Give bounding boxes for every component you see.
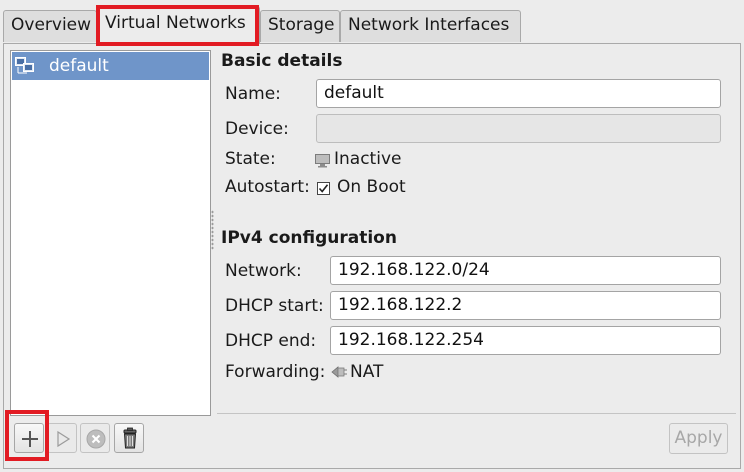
stop-network-button[interactable]	[80, 423, 110, 453]
tab-virtual-networks-label: Virtual Networks	[105, 13, 246, 33]
network-label: Network:	[225, 261, 302, 281]
list-item-default[interactable]: default	[12, 52, 209, 80]
autostart-checkbox[interactable]	[317, 181, 331, 201]
state-label: State:	[225, 149, 276, 169]
list-item-label: default	[49, 56, 109, 76]
tab-network-interfaces-label: Network Interfaces	[348, 15, 510, 35]
tab-virtual-networks[interactable]: Virtual Networks	[97, 6, 260, 44]
name-label: Name:	[225, 84, 281, 104]
add-network-button[interactable]	[14, 423, 44, 453]
tab-storage-label: Storage	[268, 15, 335, 35]
autostart-label: Autostart:	[225, 177, 310, 197]
tab-storage[interactable]: Storage	[260, 10, 340, 42]
tab-overview[interactable]: Overview	[3, 10, 97, 42]
apply-button[interactable]: Apply	[669, 423, 728, 454]
dhcp-end-label: DHCP end:	[225, 331, 317, 351]
dhcp-start-field[interactable]: 192.168.122.2	[330, 291, 721, 320]
network-field[interactable]: 192.168.122.0/24	[330, 256, 721, 285]
forwarding-value: NAT	[350, 362, 384, 382]
name-field[interactable]: default	[316, 79, 721, 108]
device-field	[316, 114, 721, 143]
details-divider	[217, 413, 736, 414]
device-label: Device:	[225, 119, 289, 139]
basic-details-heading: Basic details	[221, 51, 343, 71]
network-list[interactable]: default	[10, 50, 211, 416]
forwarding-plug-icon	[330, 364, 348, 385]
delete-network-button[interactable]	[114, 423, 144, 453]
state-value: Inactive	[334, 149, 402, 169]
forwarding-label: Forwarding:	[225, 362, 326, 382]
state-monitor-icon	[315, 153, 331, 173]
dhcp-start-label: DHCP start:	[225, 296, 324, 316]
start-network-button[interactable]	[47, 423, 77, 453]
autostart-value: On Boot	[337, 177, 406, 197]
network-icon	[15, 57, 35, 80]
pane-resize-handle[interactable]	[211, 210, 214, 250]
tab-network-interfaces[interactable]: Network Interfaces	[340, 10, 521, 42]
tab-overview-label: Overview	[11, 15, 92, 35]
ipv4-heading: IPv4 configuration	[221, 228, 397, 248]
tab-bar: Overview Virtual Networks Storage Networ…	[0, 0, 744, 44]
dhcp-end-field[interactable]: 192.168.122.254	[330, 326, 721, 355]
